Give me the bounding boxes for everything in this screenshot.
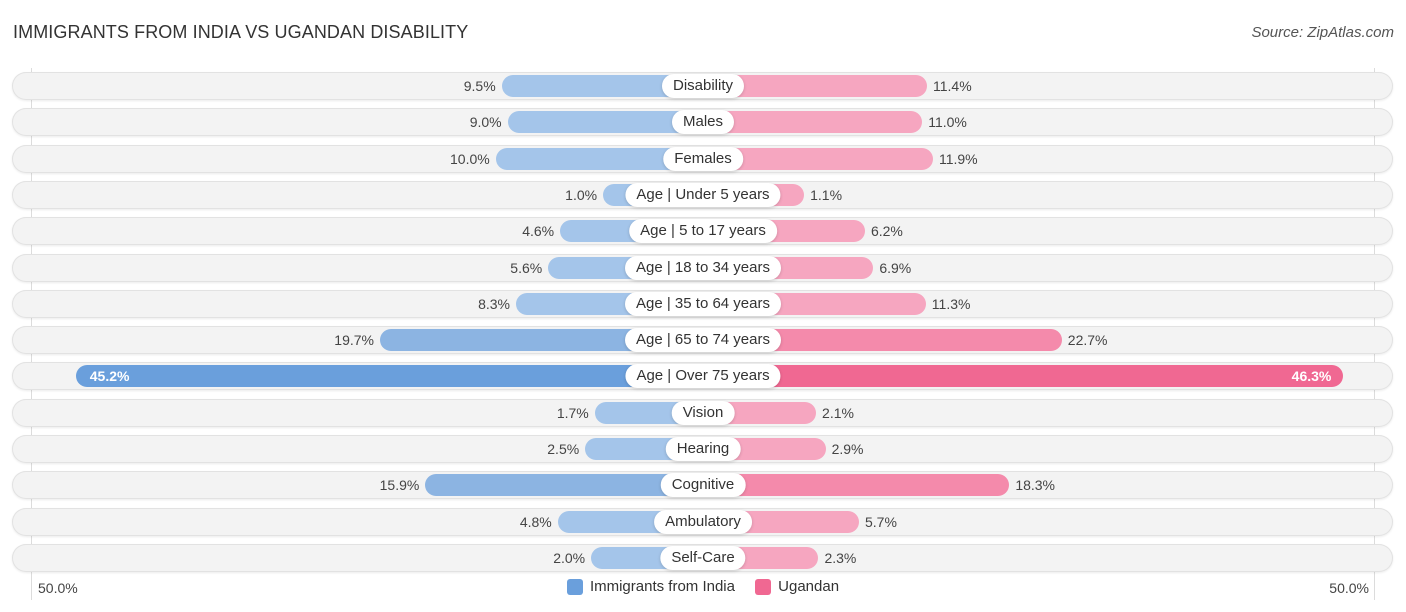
- value-label-ugandan: 11.0%: [928, 114, 967, 131]
- chart-title: IMMIGRANTS FROM INDIA VS UGANDAN DISABIL…: [13, 22, 469, 42]
- value-label-india: 9.0%: [469, 114, 502, 131]
- category-label: Ambulatory: [654, 509, 752, 534]
- value-label-india: 1.0%: [565, 186, 598, 203]
- value-label-ugandan: 2.1%: [822, 404, 854, 421]
- value-label-india: 45.2%: [89, 368, 130, 385]
- category-label: Disability: [661, 74, 745, 98]
- category-label: Age | 5 to 17 years: [629, 219, 777, 244]
- value-label-india: 5.6%: [510, 259, 543, 276]
- value-label-ugandan: 6.9%: [879, 259, 912, 276]
- source-label: Source: ZipAtlas.com: [1251, 24, 1394, 41]
- value-label-india: 4.8%: [519, 513, 552, 530]
- category-label: Age | Under 5 years: [625, 182, 781, 207]
- value-label-ugandan: 11.3%: [931, 295, 971, 312]
- legend-item-india[interactable]: Immigrants from India: [566, 578, 735, 595]
- category-label: Age | Over 75 years: [625, 364, 781, 389]
- value-label-ugandan: 2.3%: [824, 549, 857, 566]
- value-label-ugandan: 46.3%: [1291, 368, 1332, 385]
- category-label: Cognitive: [660, 473, 746, 498]
- value-label-india: 10.0%: [450, 150, 490, 167]
- category-label: Hearing: [665, 437, 741, 461]
- value-label-ugandan: 6.2%: [870, 223, 903, 240]
- category-label: Females: [663, 146, 743, 171]
- value-label-india: 19.7%: [334, 332, 374, 349]
- value-label-india: 2.0%: [553, 549, 586, 566]
- bar-ugandan[interactable]: [703, 474, 1010, 497]
- category-label: Age | 18 to 34 years: [625, 255, 781, 280]
- bar-ugandan[interactable]: [703, 365, 1344, 388]
- value-label-india: 15.9%: [379, 477, 420, 494]
- value-label-ugandan: 2.9%: [831, 441, 864, 457]
- value-label-india: 1.7%: [556, 404, 589, 421]
- value-label-ugandan: 11.9%: [938, 150, 978, 167]
- category-label: Age | 35 to 64 years: [625, 291, 781, 316]
- value-label-india: 4.6%: [522, 223, 555, 240]
- legend-item-ugandan[interactable]: Ugandan: [755, 578, 839, 595]
- value-label-ugandan: 18.3%: [1015, 477, 1056, 494]
- bar-india[interactable]: [75, 365, 703, 388]
- value-label-ugandan: 11.4%: [933, 78, 972, 94]
- category-label: Age | 65 to 74 years: [625, 328, 781, 353]
- bar-ugandan[interactable]: [703, 111, 923, 134]
- value-label-india: 9.5%: [463, 78, 496, 94]
- value-label-india: 8.3%: [478, 295, 510, 312]
- value-label-ugandan: 5.7%: [865, 513, 897, 530]
- category-label: Vision: [671, 400, 735, 425]
- legend-swatch-india: [566, 578, 583, 595]
- value-label-india: 2.5%: [547, 441, 580, 457]
- category-label: Self-Care: [660, 545, 746, 570]
- value-label-ugandan: 22.7%: [1067, 332, 1108, 349]
- legend-label-ugandan: Ugandan: [778, 578, 840, 595]
- value-label-ugandan: 1.1%: [810, 186, 843, 203]
- legend-label-india: Immigrants from India: [589, 578, 735, 595]
- legend: Immigrants from India Ugandan: [0, 578, 1406, 599]
- category-label: Males: [671, 110, 735, 135]
- legend-swatch-ugandan: [755, 578, 772, 595]
